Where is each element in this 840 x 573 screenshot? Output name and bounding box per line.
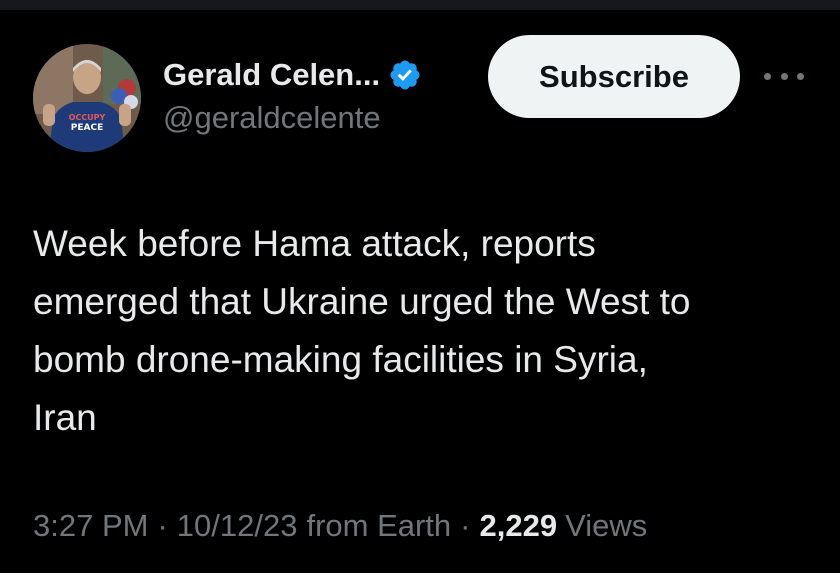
more-options-icon[interactable]: [764, 62, 804, 90]
tweet-metadata: 3:27 PM · 10/12/23 from Earth · 2,229 Vi…: [33, 508, 647, 544]
avatar[interactable]: OCCUPY PEACE: [33, 44, 141, 152]
more-dot: [780, 72, 788, 80]
author-name-row[interactable]: Gerald Celen...: [163, 54, 422, 96]
author-handle[interactable]: @geraldcelente: [163, 100, 381, 136]
meta-separator: ·: [157, 508, 168, 543]
verified-badge-icon: [388, 58, 422, 92]
subscribe-button[interactable]: Subscribe: [488, 35, 740, 118]
avatar-shirt-text-1: OCCUPY: [69, 113, 106, 122]
author-display-name[interactable]: Gerald Celen...: [163, 57, 380, 93]
tweet-date[interactable]: 10/12/23: [177, 508, 298, 544]
more-dot: [797, 72, 804, 80]
avatar-shirt-text-2: PEACE: [71, 123, 103, 133]
meta-separator: ·: [460, 508, 471, 543]
top-divider-strip: [0, 0, 840, 10]
tweet-time[interactable]: 3:27 PM: [33, 508, 148, 544]
views-count[interactable]: 2,229: [480, 508, 558, 544]
views-label: Views: [565, 508, 648, 543]
more-dot: [764, 72, 771, 80]
tweet-source: from Earth: [306, 508, 452, 543]
tweet-text: Week before Hama attack, reports emerged…: [33, 223, 691, 438]
profile-photo: OCCUPY PEACE: [33, 44, 141, 152]
